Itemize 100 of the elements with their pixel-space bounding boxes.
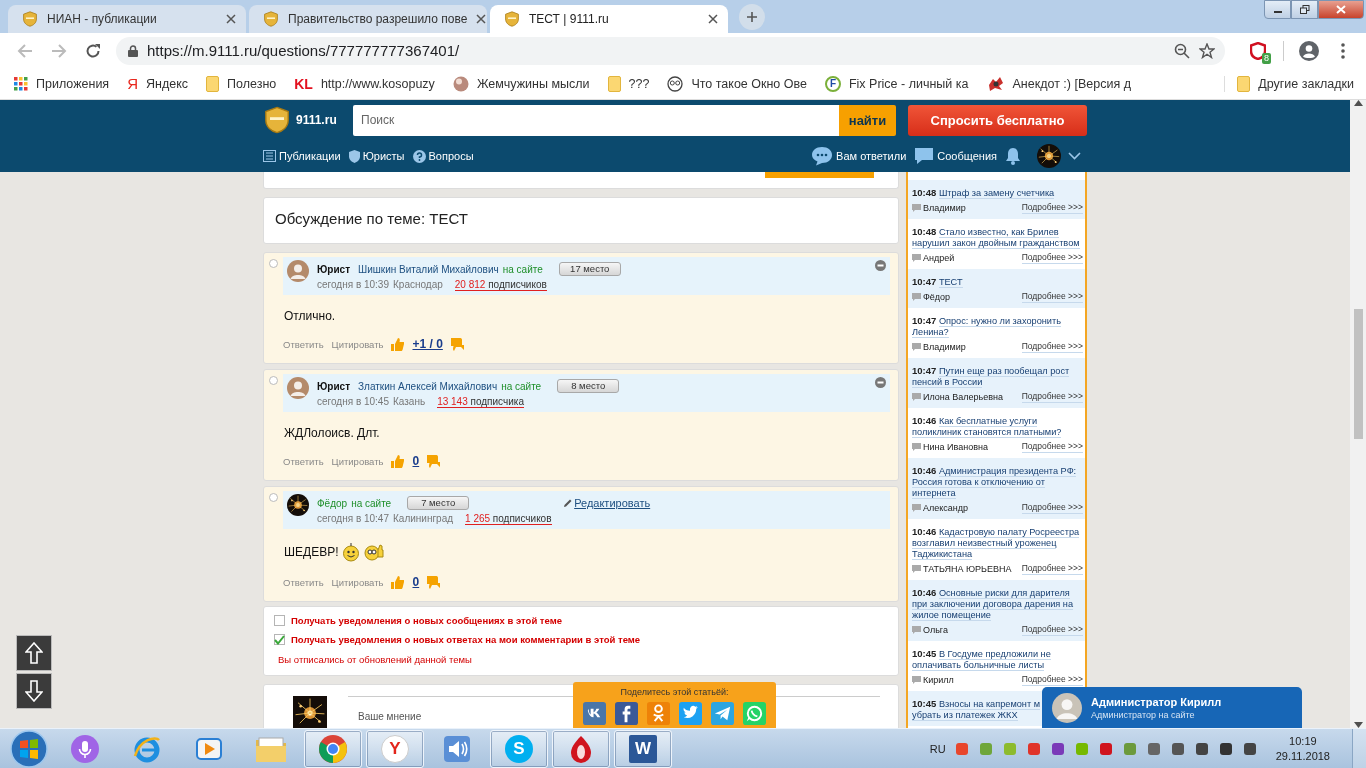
bookmark[interactable]: Я Яндекс <box>127 75 189 92</box>
social-icon[interactable] <box>615 702 638 725</box>
checkbox-label[interactable]: Получать уведомления о новых ответах на мои комментарии в этой теме <box>291 634 641 645</box>
tray-icon[interactable] <box>1241 740 1258 757</box>
author-link[interactable]: Шишкин Виталий Михайлович <box>358 263 499 275</box>
tray-icon[interactable] <box>1049 740 1066 757</box>
close-icon[interactable] <box>476 14 487 24</box>
close-icon[interactable] <box>226 14 236 24</box>
bookmark[interactable]: Приложения <box>14 76 110 91</box>
thumbs-down-icon[interactable] <box>450 337 464 351</box>
news-headline[interactable]: 10:47 ТЕСТ <box>912 276 963 288</box>
person-icon[interactable] <box>647 702 670 725</box>
new-tab-button[interactable] <box>739 4 765 30</box>
star-icon[interactable] <box>1199 42 1215 59</box>
bookmark[interactable]: Что такое Окно Ове <box>667 75 807 92</box>
nav-link[interactable]: Юристы <box>348 149 405 163</box>
more-link[interactable]: Подробнее >>> <box>1021 502 1083 514</box>
nav-link[interactable]: Публикации <box>263 150 341 162</box>
taskbar-button[interactable] <box>304 729 362 768</box>
thumbs-down-icon[interactable] <box>427 454 441 468</box>
close-button[interactable] <box>1318 0 1364 19</box>
chevron-down-icon[interactable] <box>1068 152 1081 160</box>
phone-bubble-icon[interactable] <box>743 702 766 725</box>
news-headline[interactable]: 10:47 Путин еще раз пообещал рост пенсий в России <box>912 365 1083 388</box>
author-link[interactable]: Фёдор <box>317 497 348 509</box>
ask-button[interactable]: Спросить бесплатно <box>908 104 1087 136</box>
minimize-button[interactable] <box>1264 0 1291 19</box>
bookmark-folder[interactable]: Другие закладки <box>1224 75 1354 92</box>
clock[interactable]: 10:19 29.11.2018 <box>1265 733 1344 764</box>
show-desktop-button[interactable] <box>1352 728 1366 768</box>
taskbar-button[interactable] <box>552 729 610 768</box>
author-link[interactable]: Златкин Алексей Михайлович <box>358 380 498 392</box>
search-button[interactable]: найти <box>839 104 896 136</box>
bookmark[interactable]: Полезно <box>206 75 277 92</box>
more-link[interactable]: Подробнее >>> <box>1021 563 1083 575</box>
bell-icon[interactable] <box>1005 147 1021 165</box>
news-headline[interactable]: убрать из платежек ЖКХ <box>912 710 1018 721</box>
more-link[interactable]: Подробнее >>> <box>1021 624 1083 636</box>
bookmark[interactable]: F Fix Price - личный ка <box>824 75 969 92</box>
taskbar-button[interactable]: W <box>614 729 672 768</box>
more-link[interactable]: Подробнее >>> <box>1021 674 1083 686</box>
collapse-icon[interactable] <box>875 260 886 271</box>
browser-tab[interactable]: Правительство разрешило пове <box>249 5 487 33</box>
address-bar[interactable]: https://m.9111.ru/questions/777777777367401/ <box>116 36 1225 65</box>
action-link[interactable]: Цитировать <box>331 455 384 467</box>
tray-icon[interactable] <box>1217 740 1234 757</box>
scrollbar-thumb[interactable] <box>1353 309 1363 439</box>
bookmark[interactable]: ??? <box>607 75 650 92</box>
taskbar-button[interactable]: Y <box>366 729 424 768</box>
news-headline[interactable]: 10:46 Кадастровую палату Росреестра возглавил неизвестный уроженец Таджикистана <box>912 526 1083 560</box>
checkbox-label[interactable]: Получать уведомления о новых сообщениях в этой теме <box>291 615 562 626</box>
thumbs-up-icon[interactable] <box>391 575 405 589</box>
close-icon[interactable] <box>708 14 718 24</box>
bookmark[interactable]: KL http://www.kosopuzy <box>294 75 435 92</box>
more-link[interactable]: Подробнее >>> <box>1021 391 1083 403</box>
more-link[interactable]: Подробнее >>> <box>1021 291 1083 303</box>
subscribers-link[interactable]: 1 265 подписчиков <box>465 513 552 525</box>
zoom-out-icon[interactable] <box>1174 42 1190 59</box>
subscribers-link[interactable]: 13 143 подписчика <box>437 396 524 408</box>
news-headline[interactable]: 10:47 Опрос: нужно ли захоронить Ленина? <box>912 315 1083 338</box>
edit-link[interactable]: Редактировать <box>563 497 651 509</box>
radio-button[interactable] <box>269 259 278 268</box>
browser-tab[interactable]: ТЕСТ | 9111.ru <box>490 5 728 33</box>
bird-icon[interactable] <box>679 702 702 725</box>
more-link[interactable]: Подробнее >>> <box>1021 252 1083 264</box>
more-link[interactable]: Подробнее >>> <box>1021 341 1083 353</box>
news-headline[interactable]: 10:48 Штраф за замену счетчика <box>912 187 1055 199</box>
subscribers-link[interactable]: 20 812 подписчиков <box>454 279 547 291</box>
tray-icon[interactable] <box>1097 740 1114 757</box>
news-headline[interactable]: 10:45 Взносы на капремонт м <box>912 698 1040 710</box>
checkbox[interactable] <box>274 615 285 626</box>
vote-score[interactable]: 0 <box>412 454 420 468</box>
radio-button[interactable] <box>269 376 278 385</box>
radio-button[interactable] <box>269 493 278 502</box>
bookmark[interactable]: Жемчужины мысли <box>452 75 590 92</box>
vote-score[interactable]: 0 <box>412 575 420 589</box>
thumbs-up-icon[interactable] <box>391 454 405 468</box>
tray-icon[interactable] <box>1193 740 1210 757</box>
news-headline[interactable]: 10:45 В Госдуме предложили не оплачивать больничные листы <box>912 648 1083 671</box>
scroll-up-button[interactable] <box>16 635 52 671</box>
search-field[interactable]: Поиск <box>353 104 839 136</box>
language-indicator[interactable]: RU <box>929 742 946 755</box>
paper-plane-icon[interactable] <box>711 702 734 725</box>
more-link[interactable]: Подробнее >>> <box>1021 441 1083 453</box>
nav-link[interactable]: Вам ответили <box>811 146 907 166</box>
news-headline[interactable]: 10:46 Основные риски для дарителя при заключении договора дарения на жилое помещение <box>912 587 1083 621</box>
action-link[interactable]: Ответить <box>283 576 324 588</box>
tray-icon[interactable] <box>1145 740 1162 757</box>
action-link[interactable]: Цитировать <box>331 576 384 588</box>
news-headline[interactable]: 10:48 Стало известно, как Брилев нарушил закон двойным гражданством <box>912 226 1083 249</box>
social-icon[interactable] <box>583 702 606 725</box>
site-name[interactable]: 9111.ru <box>296 113 337 127</box>
checkbox[interactable] <box>274 634 285 645</box>
thumbs-down-icon[interactable] <box>427 575 441 589</box>
vote-score[interactable]: +1 / 0 <box>412 337 443 351</box>
bookmark[interactable]: Анекдот :) [Версия д <box>986 75 1131 92</box>
action-link[interactable]: Цитировать <box>331 338 384 350</box>
nav-link[interactable]: Вопросы <box>412 149 474 163</box>
news-headline[interactable]: 10:46 Как бесплатные услуги поликлиник становятся платными? <box>912 415 1083 438</box>
more-link[interactable]: Подробнее >>> <box>1021 202 1083 214</box>
